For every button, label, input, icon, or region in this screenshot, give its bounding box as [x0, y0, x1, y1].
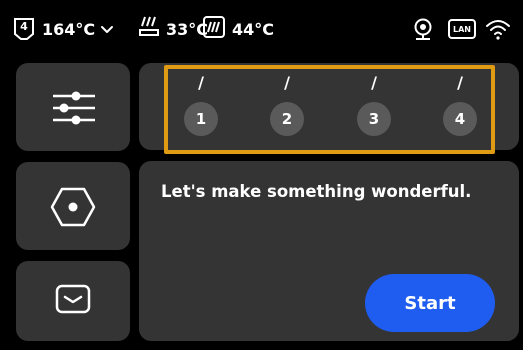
filament-slot-2[interactable]: / 2 — [267, 65, 307, 136]
lan-icon: LAN — [448, 19, 476, 39]
bed-temp-group[interactable]: 33°C — [138, 15, 208, 43]
tray-button[interactable] — [16, 261, 130, 341]
tray-icon — [55, 284, 91, 318]
chamber-icon — [202, 15, 226, 43]
heatbed-icon — [138, 15, 160, 43]
nozzle-temp: 164°C — [42, 19, 96, 39]
slot-2-number: 2 — [270, 102, 304, 136]
filament-slots: / 1 / 2 / 3 / 4 — [164, 65, 495, 154]
filament-slot-4[interactable]: / 4 — [440, 65, 480, 136]
sliders-icon — [53, 89, 95, 131]
slot-1-number: 1 — [184, 102, 218, 136]
nozzle-hex-icon — [50, 187, 96, 231]
slot-3-mark: / — [371, 73, 377, 92]
slot-4-number: 4 — [443, 102, 477, 136]
chevron-down-icon[interactable] — [100, 20, 114, 39]
nozzle-button[interactable] — [16, 162, 130, 250]
nozzle-slot-number: 4 — [20, 20, 28, 33]
settings-button[interactable] — [16, 63, 130, 151]
slot-3-number: 3 — [357, 102, 391, 136]
start-button[interactable]: Start — [365, 274, 495, 332]
filament-slot-1[interactable]: / 1 — [181, 65, 221, 136]
lan-label: LAN — [453, 24, 471, 34]
camera-icon[interactable] — [413, 18, 433, 46]
chamber-temp: 44°C — [232, 19, 275, 39]
slot-2-mark: / — [284, 73, 290, 92]
nozzle-icon: 4 — [13, 17, 35, 41]
nozzle-temp-group[interactable]: 4 164°C — [13, 17, 114, 41]
welcome-message: Let's make something wonderful. — [161, 182, 472, 201]
chamber-temp-group[interactable]: 44°C — [202, 15, 275, 43]
slot-4-mark: / — [457, 73, 463, 92]
status-bar: 4 164°C 33°C 44°C LAN — [0, 0, 523, 58]
filament-slot-3[interactable]: / 3 — [354, 65, 394, 136]
slot-1-mark: / — [198, 73, 204, 92]
wifi-icon[interactable] — [485, 18, 511, 44]
